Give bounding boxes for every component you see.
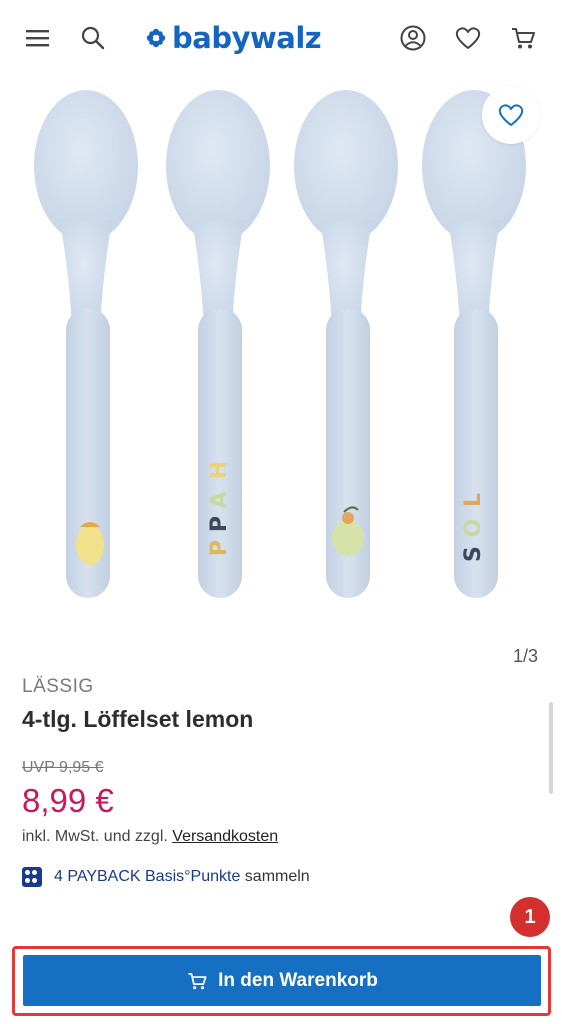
cart-icon[interactable] — [507, 22, 539, 54]
spoon-set-image: H A P P L O S — [34, 90, 526, 598]
payback-suffix: sammeln — [240, 868, 310, 885]
svg-text:P: P — [207, 540, 232, 556]
gallery-counter: 1/3 — [512, 646, 538, 666]
product-image-gallery[interactable]: H A P P L O S — [0, 80, 562, 640]
scrollbar[interactable] — [549, 702, 553, 794]
shipping-costs-link[interactable]: Versandkosten — [172, 828, 278, 845]
tax-info: inkl. MwSt. und zzgl. Versandkosten — [22, 828, 278, 846]
flower-logo-icon — [146, 28, 166, 48]
search-icon[interactable] — [77, 22, 109, 54]
spoon-3 — [294, 90, 398, 598]
product-title: 4-tlg. Löffelset lemon — [22, 706, 254, 732]
logo-text: babywalz — [172, 21, 322, 55]
spoon-2: H A P P — [166, 90, 270, 598]
add-to-wishlist-button[interactable] — [482, 86, 540, 144]
babywalz-logo[interactable]: babywalz — [146, 18, 322, 58]
product-price: 8,99 € — [22, 782, 114, 819]
add-to-cart-button[interactable]: In den Warenkorb — [23, 955, 541, 1006]
product-brand[interactable]: LÄSSIG — [22, 676, 94, 698]
svg-text:O: O — [461, 519, 486, 538]
heart-icon — [498, 104, 524, 126]
user-icon[interactable] — [397, 22, 429, 54]
heart-icon[interactable] — [452, 22, 484, 54]
hamburger-menu-icon[interactable] — [22, 22, 54, 54]
svg-text:S: S — [461, 546, 486, 562]
svg-text:H: H — [207, 461, 232, 479]
spoon-1 — [34, 90, 138, 598]
payback-points: 4 PAYBACK Basis°Punkte — [54, 868, 241, 885]
step-badge: 1 — [510, 897, 550, 937]
add-to-cart-label: In den Warenkorb — [218, 969, 378, 991]
spoon-4: L O S — [422, 90, 526, 598]
payback-info: 4 PAYBACK Basis°Punkte sammeln — [22, 866, 310, 888]
svg-text:P: P — [207, 516, 232, 532]
uvp-price: UVP 9,95 € — [22, 759, 104, 776]
svg-text:L: L — [461, 493, 486, 507]
svg-text:A: A — [207, 491, 232, 508]
top-header: babywalz — [0, 0, 562, 76]
cart-icon — [188, 972, 207, 989]
tax-text: inkl. MwSt. und zzgl. — [22, 828, 173, 845]
payback-icon — [22, 867, 42, 887]
